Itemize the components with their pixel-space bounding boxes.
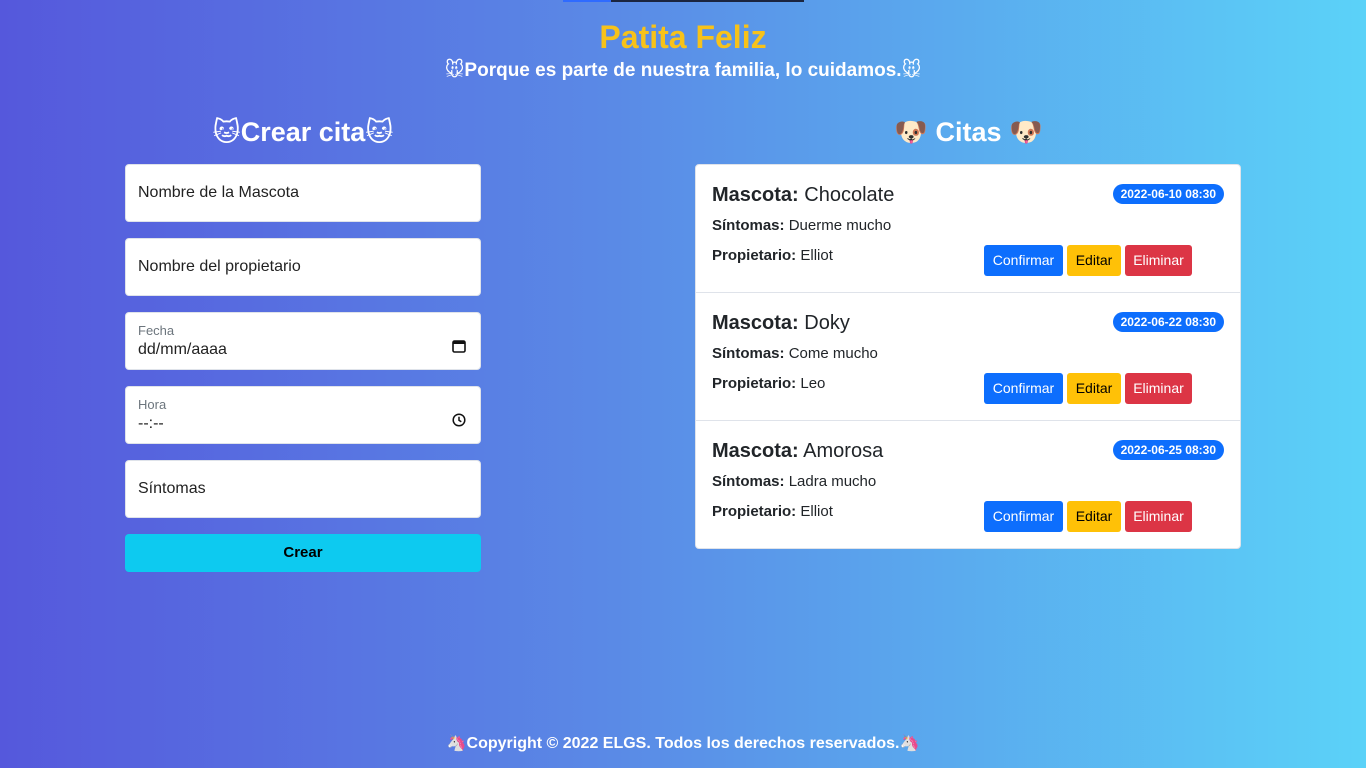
symptoms-label: Síntomas: — [712, 217, 785, 234]
symptoms-label: Síntomas: — [712, 473, 785, 490]
form-title-text: Crear cita — [240, 117, 366, 147]
list-item: Mascota: Chocolate 2022-06-10 08:30 Sínt… — [696, 165, 1240, 293]
top-accent-bar — [563, 0, 804, 2]
tagline-text: Porque es parte de nuestra familia, lo c… — [464, 60, 902, 81]
edit-button[interactable]: Editar — [1067, 501, 1121, 532]
symptoms-value: Come mucho — [788, 345, 878, 362]
owner-line: Propietario: Elliot — [712, 502, 833, 522]
list-item: Mascota: Amorosa 2022-06-25 08:30 Síntom… — [696, 421, 1240, 549]
symptoms-line: Síntomas: Ladra mucho — [712, 472, 876, 492]
edit-button[interactable]: Editar — [1067, 245, 1121, 276]
unicorn-icon: 🦄 — [446, 733, 467, 752]
app-title: Patita Feliz — [599, 19, 767, 55]
confirm-button[interactable]: Confirmar — [984, 245, 1063, 276]
pet-line: Mascota: Amorosa — [712, 439, 883, 463]
mouse-icon: 🐭 — [444, 59, 465, 81]
pet-label: Mascota: — [712, 440, 799, 462]
cat-icon: 🐱 — [212, 117, 241, 148]
owner-label: Propietario: — [712, 247, 797, 264]
date-input[interactable]: Fecha dd/mm/aaaa — [125, 312, 481, 370]
pet-name: Chocolate — [804, 184, 895, 206]
delete-button[interactable]: Eliminar — [1125, 373, 1192, 404]
pet-label: Mascota: — [712, 312, 799, 334]
page-header: Patita Feliz 🐭Porque es parte de nuestra… — [0, 18, 1366, 83]
create-button[interactable]: Crear — [125, 534, 481, 572]
time-value: --:-- — [138, 415, 164, 432]
pet-name-input[interactable]: Nombre de la Mascota — [125, 164, 481, 222]
confirm-button[interactable]: Confirmar — [984, 501, 1063, 532]
pet-name: Doky — [804, 312, 850, 334]
delete-button[interactable]: Eliminar — [1125, 245, 1192, 276]
symptoms-placeholder: Síntomas — [138, 480, 206, 497]
symptoms-label: Síntomas: — [712, 345, 785, 362]
pet-name-placeholder: Nombre de la Mascota — [138, 184, 299, 201]
date-label: Fecha — [138, 323, 175, 338]
date-badge: 2022-06-10 08:30 — [1112, 184, 1224, 204]
time-input[interactable]: Hora --:-- — [125, 386, 481, 444]
pet-label: Mascota: — [712, 184, 799, 206]
pet-line: Mascota: Doky — [712, 311, 850, 335]
symptoms-value: Duerme mucho — [788, 217, 892, 234]
symptoms-line: Síntomas: Come mucho — [712, 344, 878, 364]
symptoms-line: Síntomas: Duerme mucho — [712, 216, 891, 236]
symptoms-value: Ladra mucho — [788, 473, 877, 490]
delete-button[interactable]: Eliminar — [1125, 501, 1192, 532]
mouse-icon: 🐭 — [901, 59, 922, 81]
pet-name: Amorosa — [803, 440, 884, 462]
pet-line: Mascota: Chocolate — [712, 183, 894, 207]
dog-icon: 🐶 — [894, 117, 928, 148]
date-badge: 2022-06-22 08:30 — [1112, 312, 1224, 332]
date-value: dd/mm/aaaa — [138, 341, 227, 358]
owner-line: Propietario: Elliot — [712, 246, 833, 266]
owner-value: Elliot — [800, 503, 833, 520]
unicorn-icon: 🦄 — [899, 733, 920, 752]
appointments-list: Mascota: Chocolate 2022-06-10 08:30 Sínt… — [695, 164, 1241, 549]
time-label: Hora — [138, 397, 167, 412]
owner-name-input[interactable]: Nombre del propietario — [125, 238, 481, 296]
owner-value: Elliot — [800, 247, 833, 264]
owner-line: Propietario: Leo — [712, 374, 825, 394]
calendar-icon[interactable] — [452, 339, 466, 353]
cat-icon: 🐱 — [365, 117, 394, 148]
footer: 🦄Copyright © 2022 ELGS. Todos los derech… — [0, 732, 1366, 755]
owner-value: Leo — [800, 375, 826, 392]
confirm-button[interactable]: Confirmar — [984, 373, 1063, 404]
list-title-text: Citas — [935, 117, 1002, 147]
owner-label: Propietario: — [712, 503, 797, 520]
form-title: 🐱Crear cita🐱 — [125, 112, 481, 153]
date-badge: 2022-06-25 08:30 — [1112, 440, 1224, 460]
copyright-text: Copyright © 2022 ELGS. Todos los derecho… — [466, 735, 900, 752]
dog-icon: 🐶 — [1009, 117, 1043, 148]
owner-name-placeholder: Nombre del propietario — [138, 258, 301, 275]
clock-icon[interactable] — [452, 413, 466, 427]
symptoms-input[interactable]: Síntomas — [125, 460, 481, 518]
tagline: 🐭Porque es parte de nuestra familia, lo … — [0, 58, 1366, 83]
list-title: 🐶 Citas 🐶 — [696, 112, 1241, 153]
edit-button[interactable]: Editar — [1067, 373, 1121, 404]
list-item: Mascota: Doky 2022-06-22 08:30 Síntomas:… — [696, 293, 1240, 421]
owner-label: Propietario: — [712, 375, 797, 392]
